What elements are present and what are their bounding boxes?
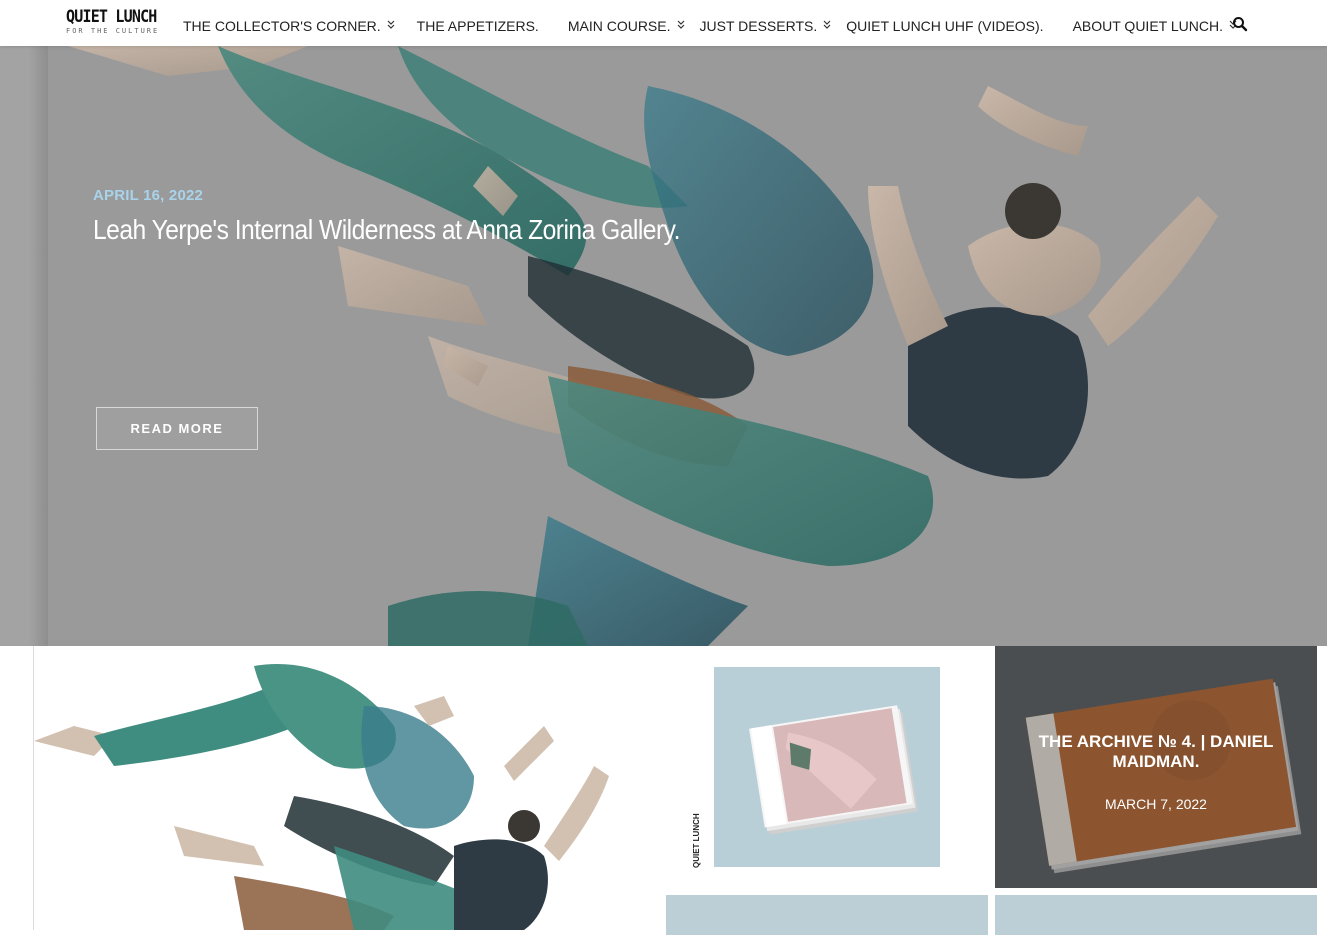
logo-subtitle: FOR THE CULTURE — [66, 27, 160, 35]
site-logo[interactable]: QUIET LUNCH FOR THE CULTURE — [66, 6, 160, 35]
logo-title: QUIET LUNCH — [66, 6, 157, 27]
nav-item-videos[interactable]: QUIET LUNCH UHF (VIDEOS). — [846, 18, 1043, 34]
chevron-down-icon — [823, 20, 831, 30]
hero-artwork-image — [68, 46, 1218, 646]
archive-post-title[interactable]: THE ARCHIVE № 4. | DANIEL MAIDMAN. — [995, 732, 1317, 772]
post-grid: QUIET LUNCH THE ARCHIVE № 4. | DANIEL MA… — [0, 646, 1327, 935]
hero-post-date: APRIL 16, 2022 — [93, 187, 204, 204]
chevron-down-icon — [387, 20, 395, 30]
chevron-down-icon — [677, 20, 685, 30]
nav-item-label: JUST DESSERTS. — [699, 18, 818, 34]
archive-post-date: MARCH 7, 2022 — [1105, 796, 1207, 812]
nav-item-main-course[interactable]: MAIN COURSE. — [568, 18, 685, 34]
top-navigation-bar: QUIET LUNCH FOR THE CULTURE THE COLLECTO… — [0, 0, 1327, 46]
magazine-spine-label: QUIET LUNCH — [692, 813, 701, 868]
nav-item-label: MAIN COURSE. — [567, 18, 671, 34]
post-card-featured[interactable] — [33, 646, 633, 930]
hero-slider[interactable]: APRIL 16, 2022 Leah Yerpe's Internal Wil… — [0, 46, 1327, 646]
nav-item-just-desserts[interactable]: JUST DESSERTS. — [700, 18, 832, 34]
search-icon[interactable] — [1232, 16, 1248, 32]
hero-post-title[interactable]: Leah Yerpe's Internal Wilderness at Anna… — [93, 214, 680, 246]
nav-item-label: QUIET LUNCH UHF (VIDEOS). — [846, 18, 1044, 34]
post-card-partial[interactable] — [995, 895, 1317, 935]
featured-artwork-image — [34, 646, 633, 930]
post-card-partial[interactable] — [666, 895, 988, 935]
main-menu: THE COLLECTOR'S CORNER. THE APPETIZERS. … — [183, 17, 1237, 35]
magazine-cover-image — [714, 667, 940, 867]
nav-item-appetizers[interactable]: THE APPETIZERS. — [417, 18, 539, 34]
post-card-archive[interactable]: THE ARCHIVE № 4. | DANIEL MAIDMAN. MARCH… — [995, 646, 1317, 888]
post-card-magazine[interactable] — [666, 646, 988, 888]
nav-item-label: ABOUT QUIET LUNCH. — [1072, 18, 1223, 34]
read-more-button[interactable]: READ MORE — [96, 407, 258, 450]
nav-item-about[interactable]: ABOUT QUIET LUNCH. — [1073, 18, 1237, 34]
nav-item-label: THE COLLECTOR'S CORNER. — [183, 18, 381, 34]
hero-edge-shadow — [0, 46, 48, 646]
nav-item-collectors-corner[interactable]: THE COLLECTOR'S CORNER. — [183, 18, 395, 34]
nav-item-label: THE APPETIZERS. — [416, 18, 539, 34]
